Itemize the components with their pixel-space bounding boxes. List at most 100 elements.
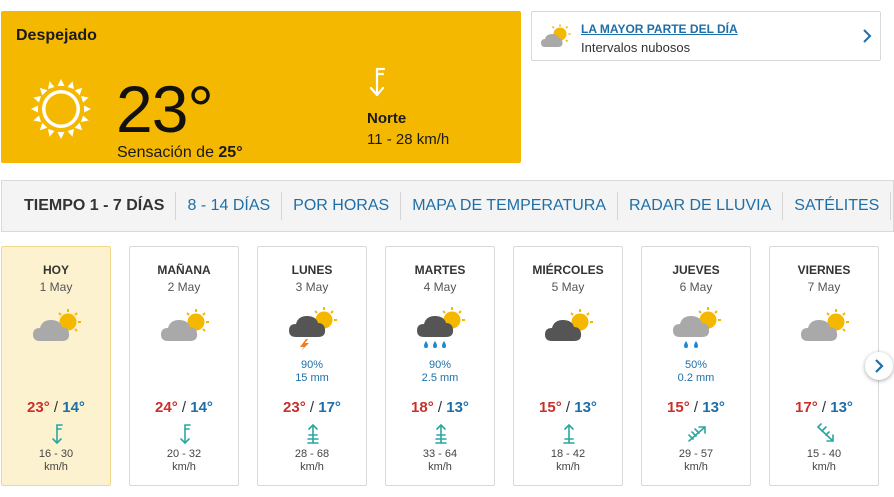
forecast-tabs: TIEMPO 1 - 7 DÍAS 8 - 14 DÍAS POR HORAS … xyxy=(1,180,894,232)
tab-satellites[interactable]: SATÉLITES xyxy=(782,192,890,220)
rain-info: 90% 15 mm xyxy=(258,359,366,385)
day-card-today[interactable]: HOY 1 May 23° / 14° 16 - 30 km/h xyxy=(1,246,111,486)
day-temps: 23° / 17° xyxy=(283,399,341,416)
rain-info: 90% 2.5 mm xyxy=(386,359,494,385)
summary-title[interactable]: LA MAYOR PARTE DEL DÍA xyxy=(581,22,738,36)
wind-speed-value: 29 - 57 xyxy=(678,448,714,460)
min-temp: 13° xyxy=(446,399,469,416)
cloudy-icon xyxy=(545,309,593,341)
partly-cloudy-icon xyxy=(801,309,849,341)
day-temps: 15° / 13° xyxy=(539,399,597,416)
min-temp: 17° xyxy=(318,399,341,416)
partly-cloudy-icon xyxy=(33,309,81,341)
max-temp: 18° xyxy=(411,399,434,416)
wind-north-icon xyxy=(52,424,63,444)
day-name: MARTES xyxy=(414,263,466,277)
wind-speed-value: 16 - 30 xyxy=(38,448,74,460)
wind-speed-value: 33 - 64 xyxy=(422,448,458,460)
current-condition: Despejado xyxy=(16,27,97,44)
day-temps: 15° / 13° xyxy=(667,399,725,416)
wind-speed: 18 - 42 km/h xyxy=(514,448,622,474)
thunderstorm-icon xyxy=(289,307,337,351)
min-temp: 13° xyxy=(702,399,725,416)
day-card-monday[interactable]: LUNES 3 May 90% 15 mm 23° / 17° 28 - 68 km… xyxy=(257,246,367,486)
wind-speed: 11 - 28 km/h xyxy=(367,131,450,148)
rain-amount: 15 mm xyxy=(295,372,329,384)
wind-direction: Norte xyxy=(367,110,407,127)
day-name: MIÉRCOLES xyxy=(532,263,604,277)
max-temp: 17° xyxy=(795,399,818,416)
max-temp: 15° xyxy=(667,399,690,416)
wind-speed-value: 18 - 42 xyxy=(550,448,586,460)
max-temp: 24° xyxy=(155,399,178,416)
current-weather-card: Despejado 23° Sensación de 25° Norte 11 … xyxy=(1,11,521,163)
day-card-thursday[interactable]: JUEVES 6 May 50% 0.2 mm 15° / 13° 29 - 57… xyxy=(641,246,751,486)
day-date: 5 May xyxy=(551,280,585,294)
wind-speed-unit: km/h xyxy=(428,461,452,473)
sun-icon xyxy=(31,79,91,139)
day-card-friday[interactable]: VIERNES 7 May 17° / 13° 15 - 40 km/h xyxy=(769,246,879,486)
wind-south-icon xyxy=(307,424,319,444)
next-days-button[interactable] xyxy=(865,352,893,380)
day-card-tomorrow[interactable]: MAÑANA 2 May 24° / 14° 20 - 32 km/h xyxy=(129,246,239,486)
day-summary-link[interactable]: LA MAYOR PARTE DEL DÍA Intervalos nuboso… xyxy=(531,11,881,61)
max-temp: 15° xyxy=(539,399,562,416)
wind-speed-unit: km/h xyxy=(684,461,708,473)
wind-southwest-icon xyxy=(688,426,706,442)
day-name: LUNES xyxy=(291,263,333,277)
tab-8-14-days[interactable]: 8 - 14 DÍAS xyxy=(175,192,281,220)
tab-more[interactable]: M xyxy=(890,192,893,220)
day-date: 3 May xyxy=(295,280,329,294)
feels-like-value: 25° xyxy=(218,144,243,161)
wind-north-icon xyxy=(369,67,386,97)
day-temps: 23° / 14° xyxy=(27,399,85,416)
min-temp: 14° xyxy=(62,399,85,416)
tab-7-days[interactable]: TIEMPO 1 - 7 DÍAS xyxy=(24,192,175,220)
wind-south-icon xyxy=(563,424,575,444)
rain-icon xyxy=(417,307,465,348)
day-date: 2 May xyxy=(167,280,201,294)
wind-speed: 15 - 40 km/h xyxy=(770,448,878,474)
min-temp: 13° xyxy=(574,399,597,416)
day-temps: 24° / 14° xyxy=(155,399,213,416)
rain-amount: 2.5 mm xyxy=(421,372,459,384)
max-temp: 23° xyxy=(283,399,306,416)
wind-north-icon xyxy=(180,424,191,444)
wind-speed-value: 28 - 68 xyxy=(294,448,330,460)
tab-temperature-map[interactable]: MAPA DE TEMPERATURA xyxy=(400,192,617,220)
day-name: VIERNES xyxy=(797,263,851,277)
day-card-tuesday[interactable]: MARTES 4 May 90% 2.5 mm 18° / 13° 33 - 64… xyxy=(385,246,495,486)
chevron-right-icon xyxy=(863,29,872,43)
tab-rain-radar[interactable]: RADAR DE LLUVIA xyxy=(617,192,782,220)
wind-speed: 20 - 32 km/h xyxy=(130,448,238,474)
rain-info: 50% 0.2 mm xyxy=(642,359,750,385)
day-name: MAÑANA xyxy=(157,263,211,277)
summary-text: Intervalos nubosos xyxy=(581,40,691,55)
partly-cloudy-icon xyxy=(161,309,209,341)
wind-speed: 29 - 57 km/h xyxy=(642,448,750,474)
wind-speed: 33 - 64 km/h xyxy=(386,448,494,474)
max-temp: 23° xyxy=(27,399,50,416)
rain-probability: 90% xyxy=(428,359,452,371)
wind-speed-unit: km/h xyxy=(172,461,196,473)
min-temp: 14° xyxy=(190,399,213,416)
wind-speed-value: 15 - 40 xyxy=(806,448,842,460)
chevron-right-icon xyxy=(875,359,884,373)
rain-amount: 0.2 mm xyxy=(677,372,715,384)
rain-probability: 50% xyxy=(684,359,708,371)
min-temp: 13° xyxy=(830,399,853,416)
wind-speed-value: 20 - 32 xyxy=(166,448,202,460)
day-temps: 17° / 13° xyxy=(795,399,853,416)
day-date: 4 May xyxy=(423,280,457,294)
wind-speed-unit: km/h xyxy=(300,461,324,473)
day-date: 1 May xyxy=(39,280,73,294)
day-card-wednesday[interactable]: MIÉRCOLES 5 May 15° / 13° 18 - 42 km/h xyxy=(513,246,623,486)
current-temperature: 23° xyxy=(116,72,214,146)
tab-hourly[interactable]: POR HORAS xyxy=(281,192,400,220)
light-rain-icon xyxy=(673,307,721,348)
wind-speed-unit: km/h xyxy=(556,461,580,473)
day-date: 6 May xyxy=(679,280,713,294)
wind-south-icon xyxy=(435,424,447,444)
rain-probability: 90% xyxy=(300,359,324,371)
wind-speed: 16 - 30 km/h xyxy=(2,448,110,474)
